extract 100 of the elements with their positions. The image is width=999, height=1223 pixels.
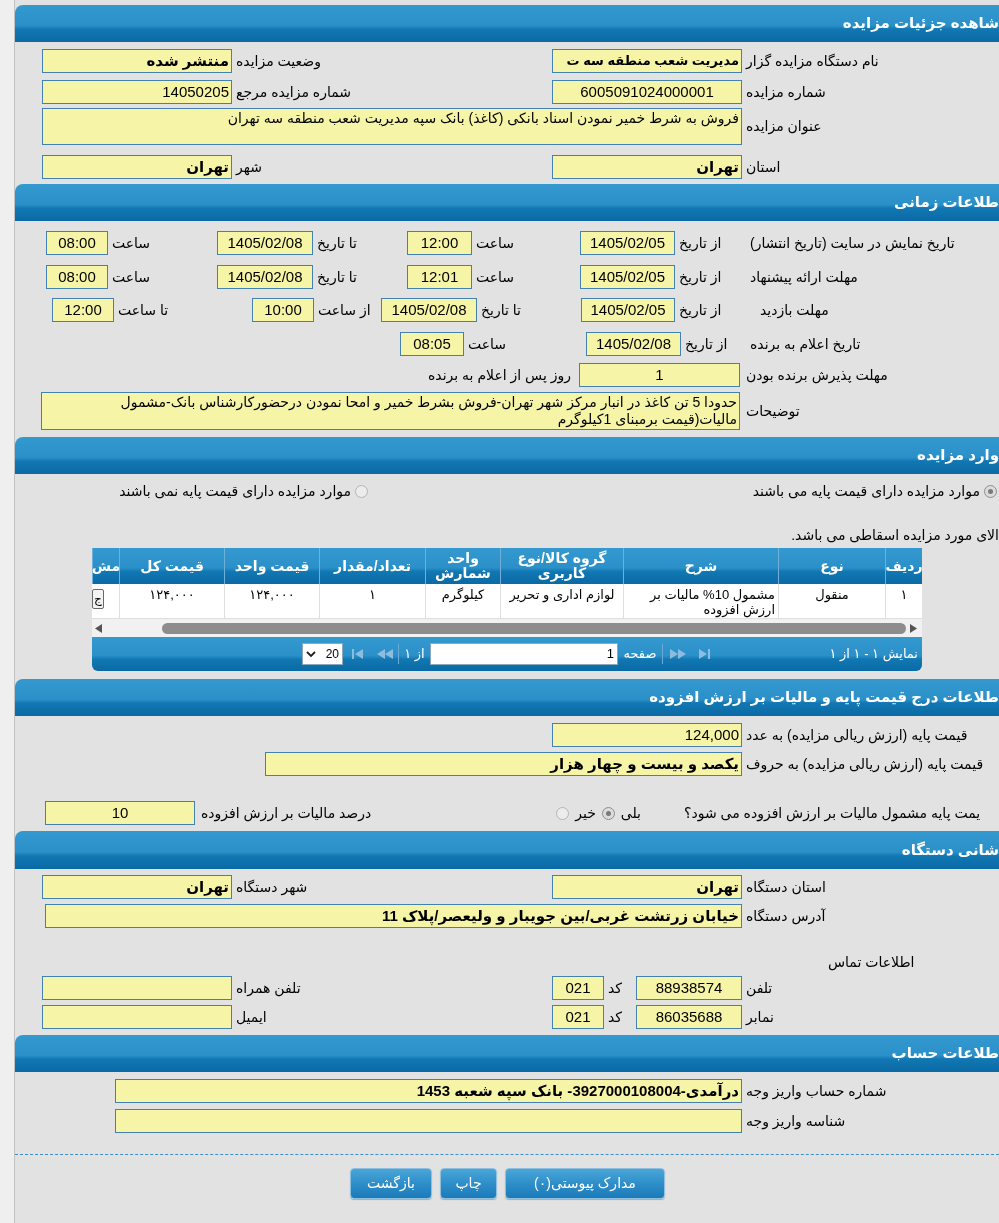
mobile-field[interactable] xyxy=(42,976,232,1000)
print-button[interactable]: چاپ xyxy=(440,1168,497,1199)
details-button[interactable]: ج xyxy=(92,589,104,609)
field-label: نام دستگاه مزایده گزار xyxy=(746,51,879,72)
field-label: درصد مالیات بر ارزش افزوده xyxy=(201,803,372,824)
scrollbar-thumb[interactable] xyxy=(162,622,906,634)
field-label: ایمیل xyxy=(236,1007,267,1027)
city-field[interactable]: تهران xyxy=(42,155,232,179)
page-input[interactable]: 1 xyxy=(430,643,618,665)
field-label: مهلت بازدید xyxy=(760,300,829,321)
section-header: طلاعات حساب xyxy=(15,1035,999,1072)
section-header: وارد مزایده xyxy=(15,437,999,474)
double-triangle-right-icon[interactable] xyxy=(668,649,688,659)
scroll-right-arrow-icon[interactable] xyxy=(910,623,917,633)
area-code-field[interactable]: 021 xyxy=(552,1005,604,1029)
field-label: تلفن همراه xyxy=(236,978,301,999)
radio-button[interactable] xyxy=(984,484,997,498)
field-label: از تاریخ xyxy=(679,233,722,254)
field-label: تاریخ اعلام به برنده xyxy=(750,334,861,355)
section-header: طلاعات درج قیمت پایه و مالیات بر ارزش افزوده xyxy=(15,679,999,716)
column-header: ردیف xyxy=(885,548,922,584)
field-label: شهر دستگاه xyxy=(236,877,308,898)
field-label: تلفن xyxy=(746,978,773,999)
organizer-field[interactable]: مدیریت شعب منطقه سه ت xyxy=(552,49,742,73)
field-label: ساعت xyxy=(476,233,515,253)
date-field[interactable]: 1405/02/05 xyxy=(580,265,675,289)
page-size-select[interactable]: 20 xyxy=(302,643,343,665)
date-field[interactable]: 1405/02/05 xyxy=(581,298,675,322)
province-field[interactable]: تهران xyxy=(552,155,742,179)
city-field[interactable]: تهران xyxy=(42,875,232,899)
scroll-left-arrow-icon[interactable] xyxy=(95,623,102,633)
base-price-field[interactable]: 124,000 xyxy=(552,723,742,747)
time-field[interactable]: 08:05 xyxy=(400,332,464,356)
radio-button[interactable] xyxy=(355,484,368,498)
phone-field[interactable]: 88938574 xyxy=(636,976,742,1000)
column-header: قیمت واحد xyxy=(224,548,319,584)
column-header: واحد شمارش xyxy=(425,548,500,584)
double-triangle-left-icon[interactable] xyxy=(375,649,395,659)
subject-field[interactable]: فروش به شرط خمیر نمودن اسناد بانکی (کاغذ) بانک سپه مدیریت شعب منطقه سه تهران xyxy=(42,108,742,145)
field-label: وضعیت مزایده xyxy=(236,51,321,72)
radio-label: موارد مزایده دارای قیمت پایه نمی باشند xyxy=(119,481,351,502)
radio-button[interactable] xyxy=(556,806,570,820)
payment-id-field[interactable] xyxy=(115,1109,742,1133)
field-label: ساعت xyxy=(468,334,507,354)
table-cell: ۱ xyxy=(885,584,922,619)
field-label: تاریخ نمایش در سایت (تاریخ انتشار) xyxy=(750,233,955,254)
time-field[interactable]: 12:01 xyxy=(407,265,472,289)
province-field[interactable]: تهران xyxy=(552,875,742,899)
date-field[interactable]: 1405/02/08 xyxy=(217,231,313,255)
field-label: توضیحات xyxy=(746,401,800,422)
days-field[interactable]: 1 xyxy=(579,363,740,387)
horizontal-scrollbar[interactable] xyxy=(92,619,922,637)
area-code-field[interactable]: 021 xyxy=(552,976,604,1000)
field-label: مهلت ارائه پیشنهاد xyxy=(750,267,858,288)
time-field[interactable]: 10:00 xyxy=(252,298,314,322)
pager-summary: نمایش ۱ - ۱ از ۱ xyxy=(829,645,918,664)
table-cell: مشمول 10% مالیات بر ارزش افزوده xyxy=(623,584,778,619)
table-cell: ۱ xyxy=(319,584,425,619)
auction-number-field[interactable]: 6005091024000001 xyxy=(552,80,742,104)
radio-button[interactable] xyxy=(601,806,615,820)
attachments-button[interactable]: مدارک پیوستی(۰) xyxy=(505,1168,665,1199)
vat-percent-field[interactable]: 10 xyxy=(45,801,195,825)
date-field[interactable]: 1405/02/08 xyxy=(381,298,477,322)
field-label: کد xyxy=(608,978,622,998)
fax-field[interactable]: 86035688 xyxy=(636,1005,742,1029)
notes-field[interactable]: حدودا 5 تن کاغذ در انبار مرکز شهر تهران-فروش بشرط خمیر و امحا نمودن درحضورکارشناس بانک-مشمول مالیات(قیمت برمبنای 1کیلوگرم xyxy=(41,392,740,430)
field-label: شماره مزایده مرجع xyxy=(236,82,351,103)
reference-number-field[interactable]: 14050205 xyxy=(42,80,232,104)
field-label: شماره مزایده xyxy=(746,82,826,103)
date-field[interactable]: 1405/02/05 xyxy=(580,231,675,255)
time-field[interactable]: 08:00 xyxy=(46,231,108,255)
field-label: آدرس دستگاه xyxy=(746,906,826,927)
page-label: صفحه xyxy=(623,645,657,664)
account-number-field[interactable]: درآمدی-3927000108004- بانک سپه شعبه 1453 xyxy=(115,1079,742,1103)
address-field[interactable]: خیابان زرتشت غربی/بین جویبار و ولیعصر/پلاک 11 xyxy=(45,904,742,928)
time-field[interactable]: 08:00 xyxy=(46,265,108,289)
email-field[interactable] xyxy=(42,1005,232,1029)
field-label: مهلت پذیرش برنده بودن xyxy=(746,365,888,386)
field-label: روز پس از اعلام به برنده xyxy=(428,365,571,386)
back-button[interactable]: بازگشت xyxy=(350,1168,432,1199)
field-label: تا ساعت xyxy=(118,300,169,320)
time-field[interactable]: 12:00 xyxy=(407,231,472,255)
table-cell: ۱۲۴,۰۰۰ xyxy=(119,584,224,619)
column-header: قیمت کل xyxy=(119,548,224,584)
field-label: تا تاریخ xyxy=(481,300,521,321)
base-price-words-field[interactable]: یکصد و بیست و چهار هزار xyxy=(265,752,742,776)
section-header: شانی دستگاه xyxy=(15,831,999,869)
field-label: ساعت xyxy=(112,267,151,287)
contact-heading: اطلاعات تماس xyxy=(828,952,915,973)
table-cell: منقول xyxy=(778,584,885,619)
field-label: ساعت xyxy=(476,267,515,287)
table-cell: ۱۲۴,۰۰۰ xyxy=(224,584,319,619)
date-field[interactable]: 1405/02/08 xyxy=(217,265,313,289)
page-count: از ۱ xyxy=(404,645,425,664)
time-field[interactable]: 12:00 xyxy=(52,298,114,322)
column-header: نوع xyxy=(778,548,885,584)
table-cell: کیلوگرم xyxy=(425,584,500,619)
field-label: از ساعت xyxy=(318,300,371,320)
status-field[interactable]: منتشر شده xyxy=(42,49,232,73)
date-field[interactable]: 1405/02/08 xyxy=(586,332,681,356)
